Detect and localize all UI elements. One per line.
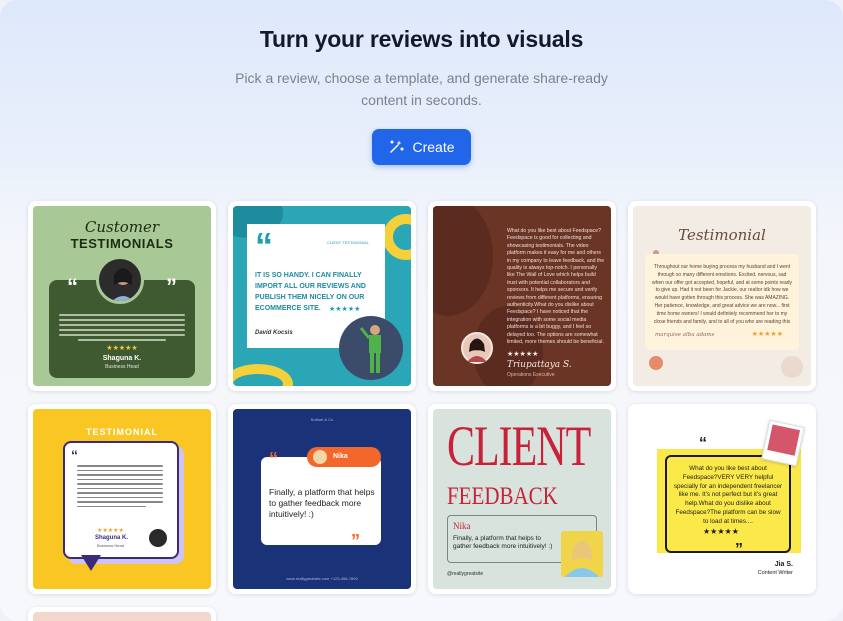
avatar (149, 529, 167, 547)
rating-stars: ★★★★★ (703, 527, 739, 536)
template-thumbnail (33, 612, 211, 621)
quote-text: Throughout our home buying process my hu… (652, 264, 792, 325)
quote-text: Finally, a platform that helps to gather… (453, 535, 553, 550)
quote-text-lines (59, 314, 185, 344)
quote-open-icon: “ (67, 274, 78, 299)
reviewer-name: Jia S. (774, 561, 793, 568)
quote-text: IT IS SO HANDY. I CAN FINALLY IMPORT ALL… (255, 272, 366, 312)
quote-close-icon: ” (351, 531, 360, 551)
reviewer-role: Business Head (97, 543, 124, 548)
template-thumbnail: TESTIMONIAL “ ★★★★★ Shaguna K. Business … (33, 409, 211, 589)
reviewer-name: Shaguna K. (102, 355, 142, 362)
quote-close-icon: ” (735, 541, 743, 558)
template-heading-script: Customer (84, 218, 160, 236)
avatar (96, 256, 144, 304)
quote-open-icon: “ (699, 435, 707, 452)
template-heading: TESTIMONIALS (70, 236, 174, 251)
template-thumbnail: Softnet & Co Nika “ Finally, a platform … (233, 409, 411, 589)
rating-stars: ★★★★★ (97, 528, 124, 534)
page-subtitle: Pick a review, choose a template, and ge… (235, 70, 608, 108)
template-card-navy-nika[interactable]: Softnet & Co Nika “ Finally, a platform … (228, 404, 416, 594)
quote-open-icon: “ (269, 449, 278, 469)
quote-text: What do you like best about Feedspace?Fe… (507, 228, 605, 344)
page-title: Turn your reviews into visuals (259, 26, 584, 52)
template-card-teal-handy[interactable]: “ CLIENT TESTIMONIAL IT IS SO HANDY. I C… (228, 201, 416, 391)
reviewer-name: Shaguna K. (95, 535, 129, 541)
reviewer-name: Nika (333, 453, 348, 460)
reviewer-name: Nika (453, 521, 471, 531)
quote-open-icon: “ (255, 225, 273, 266)
template-thumbnail: Customer TESTIMONIALS “ ” ★★★★★ Shaguna … (33, 206, 211, 386)
footer-contact: www.reallygreatsite.com +123-456-7890 (286, 576, 358, 581)
rating-stars: ★★★★★ (507, 351, 539, 358)
template-heading: TESTIMONIAL (86, 427, 158, 437)
quote-text: What do you like best about Feedspace?VE… (673, 465, 783, 525)
speech-tail (81, 555, 101, 571)
create-button[interactable]: Create (372, 129, 471, 165)
template-card-client-feedback[interactable]: CLIENT FEEDBACK Nika Finally, a platform… (428, 404, 616, 594)
reviewer-name: Triupattaya S. (507, 360, 572, 370)
template-card-brown-feedspace[interactable]: What do you like best about Feedspace?Fe… (428, 201, 616, 391)
avatar (313, 450, 327, 464)
template-card-partial[interactable] (28, 607, 216, 621)
template-card-green-testimonials[interactable]: Customer TESTIMONIALS “ ” ★★★★★ Shaguna … (28, 201, 216, 391)
template-card-beige-testimonial[interactable]: Testimonial Throughout our home buying p… (628, 201, 816, 391)
avatar (461, 332, 493, 364)
reviewer-role: Business Head (105, 364, 139, 370)
reviewer-role: Content Writer (757, 570, 793, 576)
template-subheading: FEEDBACK (447, 481, 558, 510)
template-thumbnail: CLIENT FEEDBACK Nika Finally, a platform… (433, 409, 611, 589)
template-heading: Testimonial (678, 226, 766, 244)
reviewer-role: Operations Executive (507, 372, 555, 378)
template-heading: CLIENT (447, 416, 591, 479)
template-thumbnail: “ CLIENT TESTIMONIAL IT IS SO HANDY. I C… (233, 206, 411, 386)
company-label: Softnet & Co (310, 417, 334, 422)
reviewer-name: David Kocsis (255, 330, 293, 336)
create-button-label: Create (412, 139, 455, 155)
template-card-yellow-testimonial[interactable]: TESTIMONIAL “ ★★★★★ Shaguna K. Business … (28, 404, 216, 594)
quote-close-icon: ” (166, 274, 177, 299)
page: Turn your reviews into visuals Pick a re… (0, 0, 843, 621)
reviewer-photo (339, 316, 403, 380)
template-thumbnail: Testimonial Throughout our home buying p… (633, 206, 811, 386)
rating-stars: ★★★★★ (751, 331, 783, 338)
template-thumbnail: What do you like best about Feedspace?Fe… (433, 206, 611, 386)
reviewer-name: marquise alba adams (655, 332, 715, 338)
quote-text-lines (77, 465, 163, 510)
rating-stars: ★★★★★ (106, 345, 138, 352)
quote-open-icon: “ (71, 447, 78, 463)
client-label: CLIENT TESTIMONIAL (327, 240, 369, 245)
hero: Turn your reviews into visuals Pick a re… (0, 0, 843, 165)
reviewer-photo (561, 531, 603, 577)
social-handle: @reallygreatsite (447, 571, 484, 577)
template-card-yellow-jia[interactable]: “ What do you like best about Feedspace?… (628, 404, 816, 594)
template-thumbnail: “ What do you like best about Feedspace?… (633, 409, 811, 589)
magic-wand-icon (390, 140, 405, 153)
rating-stars: ★★★★★ (329, 306, 361, 313)
quote-text: Finally, a platform that helps to gather… (269, 487, 375, 519)
